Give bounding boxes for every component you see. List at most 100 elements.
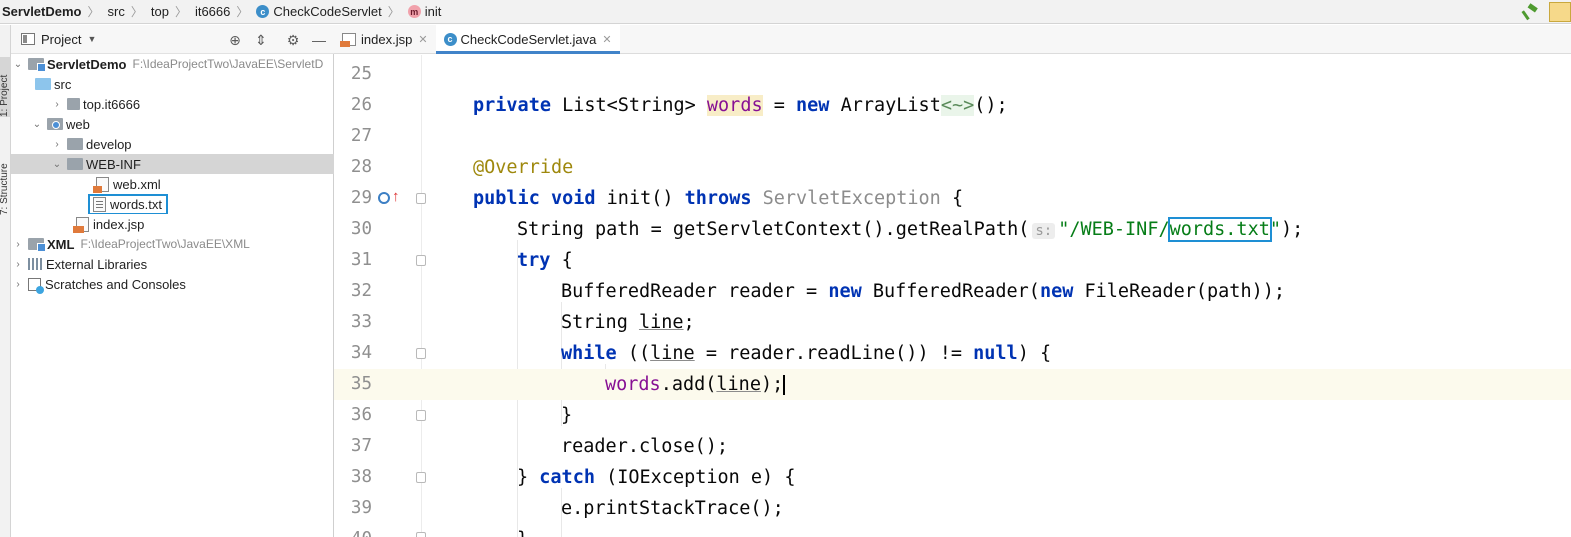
tree-node-label: Scratches and Consoles — [45, 276, 186, 292]
tree-node-label: web.xml — [113, 176, 161, 192]
fold-icon[interactable] — [416, 472, 426, 483]
chevron-right-icon[interactable]: › — [51, 99, 63, 110]
tree-node-label: index.jsp — [93, 216, 145, 232]
tree-node-label: XML — [47, 236, 75, 252]
tree-node-web[interactable]: ⌄ web — [11, 114, 334, 134]
source-folder-icon — [35, 78, 51, 90]
collapse-all-icon[interactable]: ⇕ — [253, 32, 269, 48]
fold-icon[interactable] — [416, 410, 426, 421]
fold-icon[interactable] — [416, 193, 426, 204]
hide-panel-icon[interactable]: — — [311, 32, 327, 48]
highlight-box: words.txt — [87, 194, 169, 214]
tree-node-web-inf[interactable]: ⌄ WEB-INF — [11, 154, 334, 174]
module-folder-icon — [28, 58, 46, 72]
chevron-down-icon[interactable]: ⌄ — [51, 159, 63, 170]
navigation-bar: ServletDemo 〉 src 〉 top 〉 it6666 〉 c Che… — [0, 0, 1571, 24]
web-folder-icon — [47, 118, 63, 130]
code-line: 37 reader.close(); — [334, 431, 1571, 462]
code-line-current: 35 words.add(line); — [334, 369, 1571, 400]
close-icon[interactable]: ✕ — [418, 33, 427, 46]
build-hammer-icon[interactable] — [1521, 3, 1539, 21]
editor-tab-bar: index.jsp ✕ c CheckCodeServlet.java ✕ — [334, 25, 1571, 54]
project-view-icon — [21, 33, 35, 45]
breadcrumb-method[interactable]: m init — [404, 0, 445, 24]
breadcrumb-src[interactable]: src — [104, 0, 128, 24]
chevron-right-icon[interactable]: › — [51, 139, 63, 150]
chevron-down-icon[interactable]: ▼ — [87, 34, 96, 44]
method-icon: m — [407, 5, 421, 18]
breadcrumb-separator: 〉 — [174, 5, 187, 19]
fold-icon[interactable] — [416, 348, 426, 359]
tree-node-path: F:\IdeaProjectTwo\JavaEE\XML — [80, 237, 250, 251]
code-text: private List<String> words = new ArrayLi… — [473, 95, 1008, 116]
tree-node-external-libraries[interactable]: › External Libraries — [11, 254, 334, 274]
breadcrumb-project[interactable]: ServletDemo — [0, 0, 84, 24]
tree-node-src[interactable]: src — [11, 74, 334, 94]
class-icon: c — [256, 5, 270, 18]
chevron-right-icon[interactable]: › — [12, 239, 24, 250]
code-text: String path = getServletContext().getRea… — [517, 217, 1304, 242]
line-number: 32 — [350, 281, 372, 301]
code-line: 33 String line; — [334, 307, 1571, 338]
code-text: e.printStackTrace(); — [561, 498, 784, 519]
line-number: 27 — [350, 126, 372, 146]
tree-node-top-it6666[interactable]: › top.it6666 — [11, 94, 334, 114]
tree-node-label: External Libraries — [46, 256, 148, 272]
breadcrumb-class-label: CheckCodeServlet — [273, 4, 382, 19]
project-panel: Project ▼ ⊕ ⇕ ⚙ — ⌄ ServletDemo F:\IdeaP… — [11, 25, 334, 537]
chevron-right-icon[interactable]: › — [12, 259, 24, 270]
tab-checkcodeservlet-java[interactable]: c CheckCodeServlet.java ✕ — [435, 25, 620, 54]
breadcrumb-separator: 〉 — [130, 5, 143, 19]
line-number: 39 — [350, 498, 372, 518]
line-number: 26 — [350, 95, 372, 115]
jsp-file-icon — [340, 32, 356, 47]
tree-node-label: words.txt — [110, 196, 163, 212]
code-editor[interactable]: 25 26 private List<String> words = new A… — [334, 55, 1571, 537]
breadcrumb-it6666[interactable]: it6666 — [191, 0, 233, 24]
line-number: 34 — [350, 343, 372, 363]
tree-node-path: F:\IdeaProjectTwo\JavaEE\ServletD — [132, 57, 324, 71]
overrides-method-icon[interactable] — [378, 192, 390, 204]
tree-node-index-jsp[interactable]: index.jsp — [11, 214, 334, 234]
fold-icon[interactable] — [416, 255, 426, 266]
breadcrumb-top[interactable]: top — [147, 0, 172, 24]
code-line: 26 private List<String> words = new Arra… — [334, 90, 1571, 121]
tree-node-label: ServletDemo — [47, 56, 127, 72]
gear-icon[interactable]: ⚙ — [285, 32, 301, 48]
code-text: } — [561, 405, 573, 426]
text-file-icon — [93, 196, 106, 212]
locate-icon[interactable]: ⊕ — [227, 32, 243, 48]
tree-node-scratches[interactable]: › Scratches and Consoles — [11, 274, 334, 294]
fold-icon[interactable] — [416, 532, 426, 537]
code-text: @Override — [473, 157, 574, 178]
run-config-icon[interactable] — [1549, 2, 1571, 22]
structure-tool-tab[interactable]: 7: Structure — [0, 145, 11, 215]
breadcrumb-class[interactable]: c CheckCodeServlet — [252, 0, 384, 24]
close-icon[interactable]: ✕ — [602, 33, 611, 46]
text-caret — [783, 375, 786, 395]
code-text: words.add(line); — [605, 374, 786, 395]
line-number: 29 — [350, 188, 372, 208]
code-line: 36 } — [334, 400, 1571, 431]
left-tool-stripe: 1: Project 7: Structure — [0, 25, 11, 537]
parameter-hint: s: — [1032, 223, 1056, 239]
arrow-up-icon[interactable]: ↑ — [392, 187, 400, 207]
package-folder-icon — [67, 98, 80, 110]
tree-node-develop[interactable]: › develop — [11, 134, 334, 154]
code-line: 39 e.printStackTrace(); — [334, 493, 1571, 524]
folder-icon — [67, 138, 83, 150]
jsp-file-icon — [73, 216, 89, 233]
tab-index-jsp[interactable]: index.jsp ✕ — [334, 25, 436, 53]
chevron-down-icon[interactable]: ⌄ — [31, 119, 43, 130]
tree-node-label: src — [54, 76, 72, 92]
code-line: 40 } — [334, 524, 1571, 537]
chevron-right-icon[interactable]: › — [12, 279, 24, 290]
chevron-down-icon[interactable]: ⌄ — [12, 59, 24, 70]
tree-node-xml[interactable]: › XML F:\IdeaProjectTwo\JavaEE\XML — [11, 234, 334, 254]
project-tool-tab[interactable]: 1: Project — [0, 57, 11, 117]
project-panel-title[interactable]: Project — [41, 32, 81, 47]
code-line: 31 try { — [334, 245, 1571, 276]
tree-node-servletdemo[interactable]: ⌄ ServletDemo F:\IdeaProjectTwo\JavaEE\S… — [11, 54, 334, 74]
tree-node-web-xml[interactable]: web.xml — [11, 174, 334, 194]
tree-node-words-txt[interactable]: words.txt — [11, 194, 334, 214]
